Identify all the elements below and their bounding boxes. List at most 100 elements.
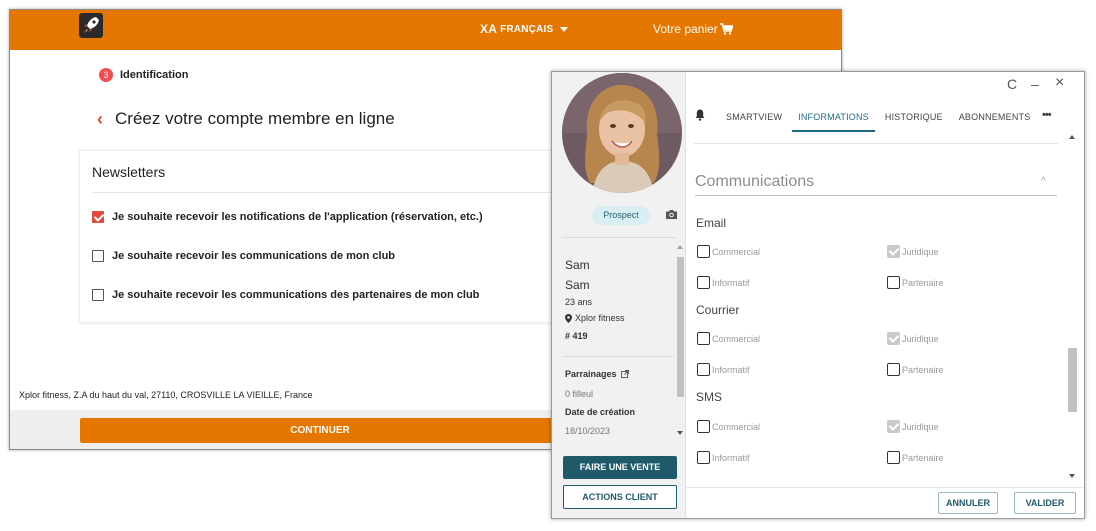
- scroll-down-arrow-icon[interactable]: [1069, 474, 1075, 478]
- section-title: Communications: [695, 173, 815, 190]
- checkbox-checked[interactable]: [887, 332, 900, 345]
- email-juridique-checkbox[interactable]: Juridique: [887, 245, 939, 258]
- checkbox[interactable]: [887, 276, 900, 289]
- step-indicator: 3 Identification: [99, 68, 188, 82]
- courrier-partenaire-checkbox[interactable]: Partenaire: [887, 363, 944, 376]
- member-number: # 419: [565, 331, 588, 341]
- sms-informatif-checkbox[interactable]: Informatif: [697, 451, 750, 464]
- checkbox[interactable]: [697, 420, 710, 433]
- more-tabs-icon[interactable]: •••: [1042, 109, 1052, 121]
- cart-icon: [719, 23, 733, 35]
- cart-link[interactable]: Votre panier: [653, 22, 733, 36]
- club-address: Xplor fitness, Z.A du haut du val, 27110…: [19, 390, 313, 400]
- close-icon[interactable]: ×: [1055, 74, 1064, 92]
- checkbox-label: Juridique: [902, 246, 939, 257]
- chevron-up-icon[interactable]: ^: [1041, 176, 1046, 187]
- sms-juridique-checkbox[interactable]: Juridique: [887, 420, 939, 433]
- continue-button[interactable]: CONTINUER: [80, 418, 560, 443]
- tab-abonnements[interactable]: ABONNEMENTS: [959, 102, 1031, 132]
- newsletter-option-partners[interactable]: Je souhaite recevoir les communications …: [92, 289, 479, 301]
- courrier-informatif-checkbox[interactable]: Informatif: [697, 363, 750, 376]
- checkbox[interactable]: [92, 250, 104, 262]
- checkbox[interactable]: [697, 245, 710, 258]
- profile-tabs: SMARTVIEW INFORMATIONS HISTORIQUE ABONNE…: [726, 102, 1046, 132]
- newsletter-option-notifications[interactable]: Je souhaite recevoir les notifications d…: [92, 211, 483, 223]
- rocket-logo-icon[interactable]: [79, 13, 103, 38]
- checkbox-label: Juridique: [902, 333, 939, 344]
- step-label: Identification: [120, 69, 189, 81]
- sms-commercial-checkbox[interactable]: Commercial: [697, 420, 760, 433]
- checkbox[interactable]: [697, 276, 710, 289]
- newsletter-option-club[interactable]: Je souhaite recevoir les communications …: [92, 250, 395, 262]
- email-partenaire-checkbox[interactable]: Partenaire: [887, 276, 944, 289]
- refresh-icon[interactable]: C: [1007, 76, 1017, 92]
- email-informatif-checkbox[interactable]: Informatif: [697, 276, 750, 289]
- checkbox-label: Commercial: [712, 333, 761, 344]
- sms-partenaire-checkbox[interactable]: Partenaire: [887, 451, 944, 464]
- tab-smartview[interactable]: SMARTVIEW: [726, 102, 782, 132]
- sidebar-scrollbar[interactable]: [676, 243, 684, 441]
- page-title: Créez votre compte membre en ligne: [115, 109, 395, 128]
- option-label: Je souhaite recevoir les communications …: [112, 250, 396, 262]
- bell-icon[interactable]: [695, 109, 705, 121]
- checkbox[interactable]: [887, 363, 900, 376]
- checkbox[interactable]: [697, 363, 710, 376]
- tab-informations[interactable]: INFORMATIONS: [792, 102, 875, 132]
- checkbox-label: Commercial: [712, 246, 761, 257]
- option-label: Je souhaite recevoir les notifications d…: [112, 211, 483, 223]
- club-name: Xplor fitness: [575, 313, 625, 323]
- back-chevron-icon[interactable]: ‹: [97, 110, 103, 128]
- scroll-thumb[interactable]: [1068, 348, 1077, 412]
- checkbox-label: Partenaire: [902, 452, 944, 463]
- group-email-label: Email: [696, 216, 727, 230]
- sponsorships-value: 0 filleul: [565, 389, 594, 399]
- cancel-button[interactable]: ANNULER: [938, 492, 998, 514]
- sponsorships-link[interactable]: Parrainages: [565, 369, 629, 379]
- external-link-icon: [620, 370, 629, 378]
- translate-icon: XA: [480, 22, 498, 36]
- divider: [694, 143, 1058, 144]
- member-photo-avatar: [562, 73, 682, 193]
- checkbox[interactable]: [697, 451, 710, 464]
- camera-icon[interactable]: [665, 209, 678, 220]
- checkbox-label: Commercial: [712, 421, 761, 432]
- cart-label: Votre panier: [653, 22, 718, 36]
- member-first-name: Sam: [565, 258, 590, 272]
- divider: [562, 237, 676, 238]
- checkbox-label: Partenaire: [902, 364, 944, 375]
- option-label: Je souhaite recevoir les communications …: [112, 289, 480, 301]
- page-header: ‹ Créez votre compte membre en ligne: [97, 109, 395, 129]
- top-bar: XA FRANÇAIS Votre panier: [10, 10, 841, 50]
- location-pin-icon: [565, 313, 572, 323]
- scroll-down-arrow-icon[interactable]: [677, 431, 683, 435]
- make-sale-button[interactable]: FAIRE UNE VENTE: [563, 456, 677, 479]
- email-commercial-checkbox[interactable]: Commercial: [697, 245, 760, 258]
- validate-button[interactable]: VALIDER: [1014, 492, 1076, 514]
- tab-historique[interactable]: HISTORIQUE: [885, 102, 943, 132]
- courrier-juridique-checkbox[interactable]: Juridique: [887, 332, 939, 345]
- client-actions-button[interactable]: ACTIONS CLIENT: [563, 485, 677, 509]
- creation-date-label: Date de création: [565, 407, 636, 417]
- courrier-commercial-checkbox[interactable]: Commercial: [697, 332, 760, 345]
- checkbox-label: Informatif: [712, 277, 750, 288]
- checkbox-checked[interactable]: [887, 420, 900, 433]
- checkbox-label: Informatif: [712, 364, 750, 375]
- checkbox[interactable]: [92, 289, 104, 301]
- scroll-thumb[interactable]: [677, 257, 684, 397]
- checkbox-label: Juridique: [902, 421, 939, 432]
- checkbox[interactable]: [697, 332, 710, 345]
- divider: [562, 356, 674, 357]
- divider: [686, 487, 1084, 488]
- section-underline: [695, 195, 1057, 196]
- minimize-icon[interactable]: –: [1031, 76, 1039, 92]
- language-selector[interactable]: XA FRANÇAIS: [480, 22, 569, 36]
- checkbox-checked[interactable]: [92, 211, 104, 223]
- checkbox-checked[interactable]: [887, 245, 900, 258]
- checkbox-label: Partenaire: [902, 277, 944, 288]
- caret-down-icon: [560, 26, 569, 32]
- group-courrier-label: Courrier: [696, 303, 740, 317]
- scroll-up-arrow-icon[interactable]: [677, 245, 683, 249]
- main-scrollbar[interactable]: [1067, 130, 1077, 490]
- checkbox[interactable]: [887, 451, 900, 464]
- scroll-up-arrow-icon[interactable]: [1069, 135, 1075, 139]
